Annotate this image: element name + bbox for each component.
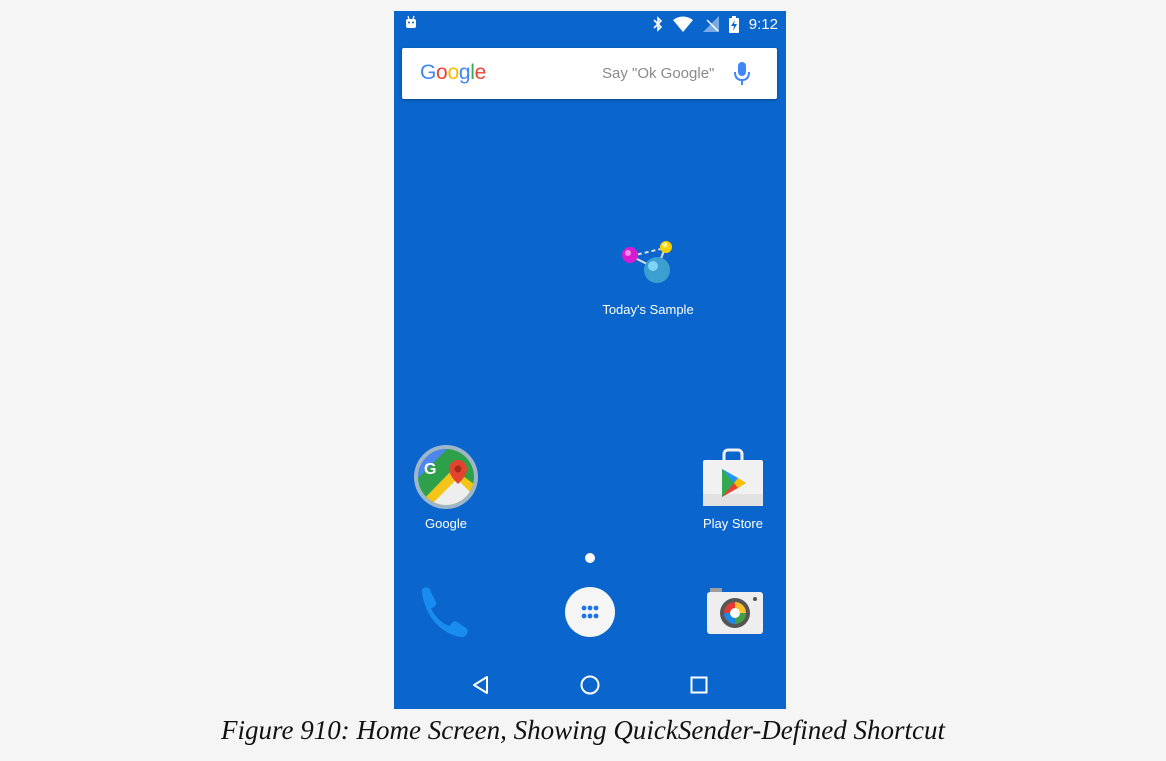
google-search-widget[interactable]: Google Say "Ok Google" [402, 48, 777, 99]
no-signal-icon [702, 16, 719, 32]
battery-charging-icon [728, 15, 739, 33]
phone-icon[interactable] [416, 586, 472, 638]
google-logo-text: Google [420, 61, 486, 84]
svg-text:G: G [424, 461, 436, 478]
google-maps-icon: G [414, 445, 478, 509]
app-play-store[interactable]: Play Store [683, 444, 783, 531]
phone-screen: 9:12 Google Say "Ok Google" Today's Samp [394, 11, 786, 709]
shortcut-label: Today's Sample [602, 302, 694, 317]
app-google[interactable]: G Google [396, 444, 496, 531]
android-notification-icon [406, 15, 416, 28]
recents-icon[interactable] [689, 675, 709, 695]
back-icon[interactable] [471, 675, 491, 695]
google-logo: Google [420, 61, 486, 85]
app-label-google: Google [425, 516, 467, 531]
microphone-icon[interactable] [733, 60, 751, 88]
app-drawer-button[interactable] [565, 587, 615, 637]
play-store-icon [703, 448, 763, 506]
camera-icon[interactable] [706, 586, 764, 636]
bluetooth-icon [653, 16, 662, 32]
wifi-icon [672, 16, 693, 32]
status-time: 9:12 [748, 15, 778, 33]
app-drawer-icon [581, 605, 599, 619]
search-hint: Say "Ok Google" [602, 65, 715, 82]
navigation-bar [394, 659, 786, 709]
todays-sample-shortcut[interactable]: Today's Sample [588, 239, 708, 317]
molecule-icon [622, 241, 672, 283]
figure-caption: Figure 910: Home Screen, Showing QuickSe… [220, 715, 946, 745]
app-label-play-store: Play Store [703, 516, 763, 531]
home-icon[interactable] [579, 674, 601, 696]
page-indicator [585, 553, 595, 563]
status-bar: 9:12 [394, 11, 786, 37]
